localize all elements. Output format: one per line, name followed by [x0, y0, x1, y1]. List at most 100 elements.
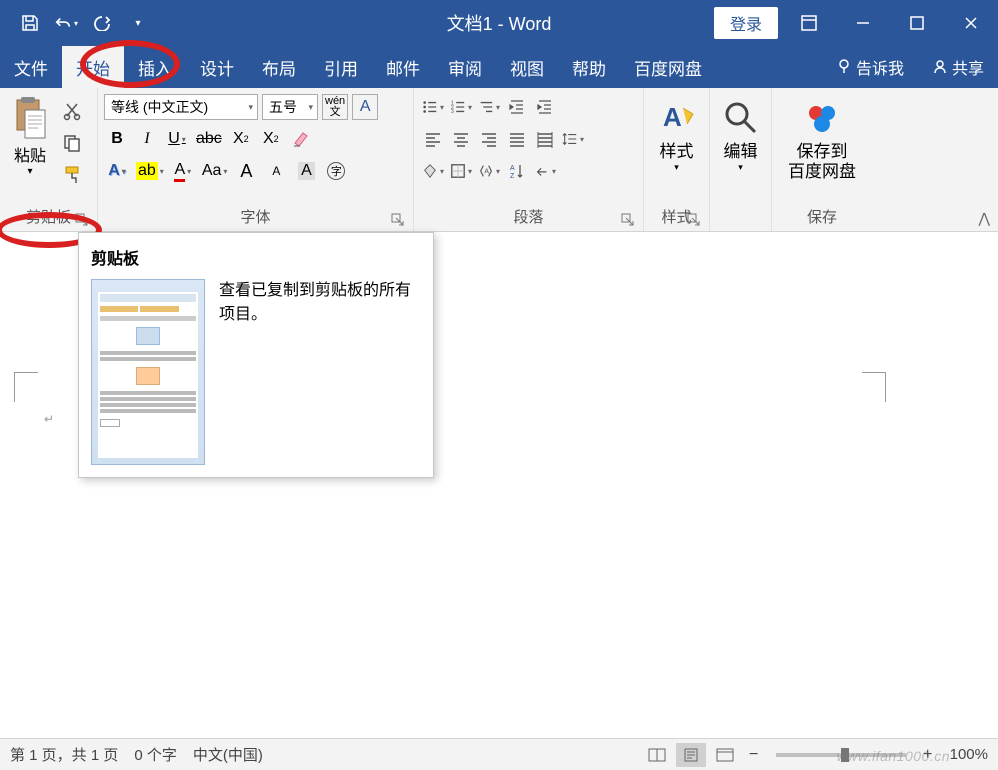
- chevron-down-icon: ▾: [248, 102, 253, 113]
- change-case-button[interactable]: Aa▾: [200, 158, 230, 184]
- status-language[interactable]: 中文(中国): [193, 744, 263, 765]
- editing-label: 编辑: [724, 142, 758, 162]
- bullets-button[interactable]: ▾: [420, 94, 446, 120]
- zoom-out-button[interactable]: −: [744, 746, 764, 764]
- clipboard-dialog-launcher[interactable]: [75, 213, 89, 227]
- font-size-combo[interactable]: 五号▾: [262, 94, 318, 120]
- group-font: 等线 (中文正文)▾ 五号▾ wén文 A B I U▾ abc X2 X2 A…: [98, 88, 414, 231]
- minimize-icon[interactable]: [840, 0, 886, 46]
- copy-icon[interactable]: [58, 130, 86, 156]
- login-button[interactable]: 登录: [714, 7, 778, 39]
- align-right-button[interactable]: [476, 126, 502, 152]
- sort-button[interactable]: AZ: [504, 158, 530, 184]
- highlight-button[interactable]: ab▾: [134, 158, 166, 184]
- show-marks-button[interactable]: ▾: [532, 158, 558, 184]
- group-label-styles: 样式: [650, 202, 703, 231]
- collapse-ribbon-icon[interactable]: ⋀: [979, 210, 990, 227]
- editing-button[interactable]: 编辑 ▾: [713, 92, 769, 179]
- shading-button[interactable]: ▾: [420, 158, 446, 184]
- share-button[interactable]: 共享: [918, 55, 998, 79]
- save-to-baidu-button[interactable]: 保存到 百度网盘: [780, 92, 864, 189]
- align-left-button[interactable]: [420, 126, 446, 152]
- italic-button[interactable]: I: [134, 126, 160, 152]
- tab-references[interactable]: 引用: [310, 46, 372, 88]
- strikethrough-button[interactable]: abc: [194, 126, 224, 152]
- borders-button[interactable]: ▾: [448, 158, 474, 184]
- group-clipboard: 粘贴 ▾ 剪贴板: [0, 88, 98, 231]
- styles-button[interactable]: A 样式 ▾: [649, 92, 705, 179]
- status-word-count[interactable]: 0 个字: [134, 744, 177, 765]
- clipboard-tooltip: 剪贴板 查看已复制到剪贴板的所有项目。: [78, 232, 434, 478]
- superscript-button[interactable]: X2: [258, 126, 284, 152]
- tab-review[interactable]: 审阅: [434, 46, 496, 88]
- increase-indent-button[interactable]: [532, 94, 558, 120]
- undo-icon[interactable]: ▾: [54, 11, 78, 35]
- paste-button[interactable]: 粘贴 ▾: [6, 92, 54, 177]
- character-shading-button[interactable]: A: [293, 158, 319, 184]
- web-layout-icon[interactable]: [710, 743, 740, 767]
- tell-me-label: 告诉我: [856, 55, 904, 79]
- save-baidu-label2: 百度网盘: [788, 162, 856, 182]
- clear-formatting-icon[interactable]: [288, 126, 314, 152]
- save-icon[interactable]: [18, 11, 42, 35]
- zoom-slider[interactable]: [776, 753, 906, 757]
- styles-label: 样式: [660, 142, 694, 162]
- zoom-in-button[interactable]: +: [918, 746, 938, 764]
- tooltip-text: 查看已复制到剪贴板的所有项目。: [219, 279, 421, 465]
- zoom-level[interactable]: 100%: [950, 746, 988, 763]
- title-bar: ▾ ▾ 文档1 - Word 登录: [0, 0, 998, 46]
- decrease-indent-button[interactable]: [504, 94, 530, 120]
- enclose-characters-button[interactable]: 字: [323, 158, 349, 184]
- tab-layout[interactable]: 布局: [248, 46, 310, 88]
- ribbon-display-options-icon[interactable]: [786, 0, 832, 46]
- asian-layout-button[interactable]: A▾: [476, 158, 502, 184]
- chevron-down-icon: ▾: [738, 162, 743, 173]
- line-spacing-button[interactable]: ▾: [560, 126, 586, 152]
- multilevel-list-button[interactable]: ▾: [476, 94, 502, 120]
- zoom-slider-thumb[interactable]: [841, 748, 849, 762]
- maximize-icon[interactable]: [894, 0, 940, 46]
- group-paragraph: ▾ 123▾ ▾ ▾ ▾ ▾ A▾: [414, 88, 644, 231]
- font-name-combo[interactable]: 等线 (中文正文)▾: [104, 94, 258, 120]
- tab-file[interactable]: 文件: [0, 46, 62, 88]
- tab-mailings[interactable]: 邮件: [372, 46, 434, 88]
- redo-icon[interactable]: [90, 11, 114, 35]
- chevron-down-icon: ▾: [308, 102, 313, 113]
- subscript-button[interactable]: X2: [228, 126, 254, 152]
- find-icon: [721, 98, 761, 138]
- status-bar: 第 1 页，共 1 页 0 个字 中文(中国) − + 100%: [0, 738, 998, 770]
- shrink-font-button[interactable]: A: [263, 158, 289, 184]
- tab-insert[interactable]: 插入: [124, 46, 186, 88]
- styles-dialog-launcher[interactable]: [687, 213, 701, 227]
- tab-view[interactable]: 视图: [496, 46, 558, 88]
- status-page[interactable]: 第 1 页，共 1 页: [10, 744, 118, 765]
- format-painter-icon[interactable]: [58, 162, 86, 188]
- distributed-button[interactable]: [532, 126, 558, 152]
- numbering-button[interactable]: 123▾: [448, 94, 474, 120]
- justify-button[interactable]: [504, 126, 530, 152]
- align-center-button[interactable]: [448, 126, 474, 152]
- tab-design[interactable]: 设计: [186, 46, 248, 88]
- close-icon[interactable]: [948, 0, 994, 46]
- grow-font-button[interactable]: A: [233, 158, 259, 184]
- underline-button[interactable]: U▾: [164, 126, 190, 152]
- font-color-button[interactable]: A▾: [170, 158, 196, 184]
- tab-help[interactable]: 帮助: [558, 46, 620, 88]
- chevron-down-icon: ▾: [27, 166, 32, 177]
- group-label-font: 字体: [104, 202, 407, 231]
- quick-access-toolbar: ▾ ▾: [0, 11, 150, 35]
- font-dialog-launcher[interactable]: [391, 213, 405, 227]
- print-layout-icon[interactable]: [676, 743, 706, 767]
- character-border-button[interactable]: A: [352, 94, 378, 120]
- cut-icon[interactable]: [58, 98, 86, 124]
- text-effects-button[interactable]: A▾: [104, 158, 130, 184]
- phonetic-guide-button[interactable]: wén文: [322, 94, 348, 120]
- tab-baidu[interactable]: 百度网盘: [620, 46, 716, 88]
- qat-customize-icon[interactable]: ▾: [126, 11, 150, 35]
- ribbon-tabs: 文件 开始 插入 设计 布局 引用 邮件 审阅 视图 帮助 百度网盘 告诉我 共…: [0, 46, 998, 88]
- tab-home[interactable]: 开始: [62, 46, 124, 88]
- read-mode-icon[interactable]: [642, 743, 672, 767]
- bold-button[interactable]: B: [104, 126, 130, 152]
- paragraph-dialog-launcher[interactable]: [621, 213, 635, 227]
- tell-me-button[interactable]: 告诉我: [822, 55, 918, 79]
